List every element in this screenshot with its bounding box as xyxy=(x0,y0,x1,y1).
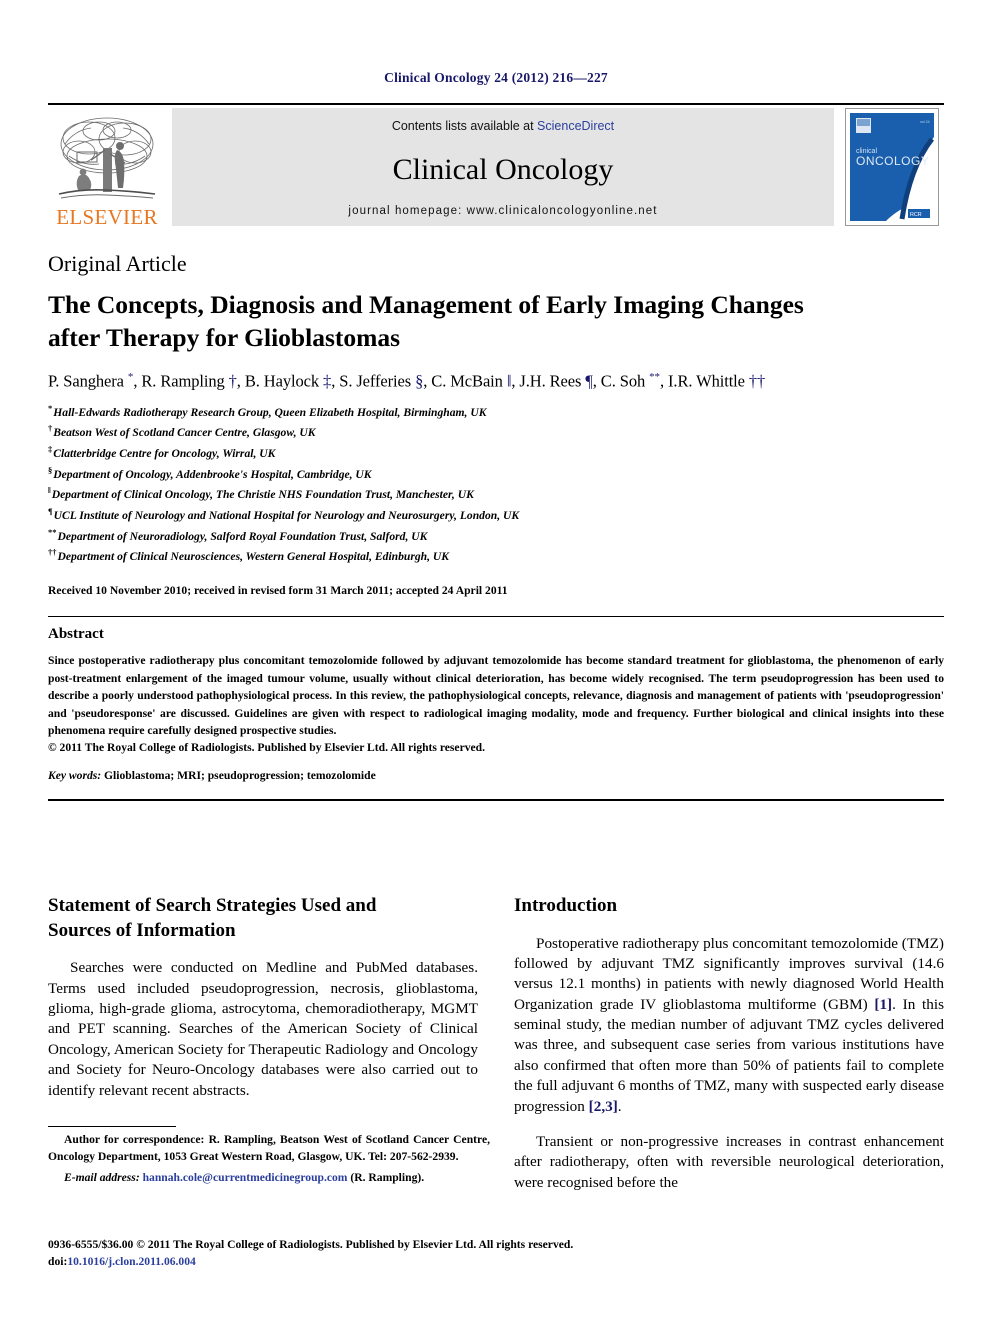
affiliation-item: ‖Department of Clinical Oncology, The Ch… xyxy=(48,484,944,505)
affiliation-text: Hall-Edwards Radiotherapy Research Group… xyxy=(53,405,487,419)
affiliation-marker: ** xyxy=(48,526,57,537)
footnote-rule xyxy=(48,1126,176,1127)
doi-label: doi: xyxy=(48,1254,68,1268)
article-type: Original Article xyxy=(48,251,187,276)
sciencedirect-link[interactable]: ScienceDirect xyxy=(537,119,614,133)
page-title: The Concepts, Diagnosis and Management o… xyxy=(48,289,944,354)
affiliation-text: Department of Clinical Neurosciences, We… xyxy=(57,550,450,564)
search-strategies-paragraph: Searches were conducted on Medline and P… xyxy=(48,959,478,1099)
article-history: Received 10 November 2010; received in r… xyxy=(48,583,508,597)
journal-title: Clinical Oncology xyxy=(392,153,614,186)
abstract-copyright: © 2011 The Royal College of Radiologists… xyxy=(48,741,486,754)
author-list: P. Sanghera *, R. Rampling †, B. Haylock… xyxy=(48,371,766,391)
affiliation-item: *Hall-Edwards Radiotherapy Research Grou… xyxy=(48,402,944,423)
masthead-band: Contents lists available at ScienceDirec… xyxy=(172,108,834,226)
affiliation-marker: †† xyxy=(48,547,57,558)
affiliation-item: ‡Clatterbridge Centre for Oncology, Wirr… xyxy=(48,443,944,464)
correspondence-footnote: Author for correspondence: R. Rampling, … xyxy=(48,1126,490,1184)
affiliation-item: §Department of Oncology, Addenbrooke's H… xyxy=(48,464,944,485)
email-suffix: (R. Rampling). xyxy=(347,1170,425,1184)
affiliation-marker: § xyxy=(48,464,53,475)
correspondence-text: Author for correspondence: R. Rampling, … xyxy=(48,1133,490,1163)
search-heading-line1: Statement of Search Strategies Used and xyxy=(48,895,377,916)
svg-text:vol 24: vol 24 xyxy=(920,120,930,124)
svg-text:RCR: RCR xyxy=(910,212,922,218)
contents-prefix: Contents lists available at xyxy=(391,119,538,133)
doi-link[interactable]: 10.1016/j.clon.2011.06.004 xyxy=(67,1255,196,1268)
affiliation-item: †Beatson West of Scotland Cancer Centre,… xyxy=(48,422,944,443)
affiliation-marker: ¶ xyxy=(48,506,53,517)
abstract-bottom-rule xyxy=(48,799,944,801)
affiliation-marker: ‡ xyxy=(48,444,53,455)
abstract-top-rule xyxy=(48,615,944,617)
search-heading-line2: Sources of Information xyxy=(48,919,236,941)
introduction-paragraph-2: Transient or non-progressive increases i… xyxy=(514,1133,944,1191)
affiliation-text: Department of Oncology, Addenbrooke's Ho… xyxy=(53,467,372,481)
affiliation-text: Clatterbridge Centre for Oncology, Wirra… xyxy=(53,446,276,460)
journal-homepage-link[interactable]: journal homepage: www.clinicaloncologyon… xyxy=(348,205,657,217)
affiliation-text: Beatson West of Scotland Cancer Centre, … xyxy=(53,426,316,440)
affiliation-item: **Department of Neuroradiology, Salford … xyxy=(48,526,944,547)
abstract-heading: Abstract xyxy=(48,625,104,642)
abstract-text: Since postoperative radiotherapy plus co… xyxy=(48,653,944,738)
introduction-paragraph-1: Postoperative radiotherapy plus concomit… xyxy=(514,934,944,1115)
affiliation-text: Department of Clinical Oncology, The Chr… xyxy=(51,488,474,502)
running-head: Clinical Oncology 24 (2012) 216—227 xyxy=(384,70,608,85)
issn-doi-block: 0936-6555/$36.00 © 2011 The Royal Colleg… xyxy=(48,1237,748,1271)
issn-line: 0936-6555/$36.00 © 2011 The Royal Colleg… xyxy=(48,1238,574,1251)
elsevier-logo: ELSEVIER xyxy=(48,105,166,229)
affiliation-list: *Hall-Edwards Radiotherapy Research Grou… xyxy=(48,402,944,567)
article-page: Clinical Oncology 24 (2012) 216—227 ELSE… xyxy=(0,0,992,1323)
affiliation-marker: * xyxy=(48,402,53,413)
article-title-line1: The Concepts, Diagnosis and Management o… xyxy=(48,290,804,319)
right-column: Introduction Postoperative radiotherapy … xyxy=(514,894,944,1208)
email-line: E-mail address: hannah.cole@currentmedic… xyxy=(48,1171,490,1184)
keywords-label: Key words: xyxy=(48,769,102,782)
contents-list-line: Contents lists available at ScienceDirec… xyxy=(392,119,614,133)
journal-cover-thumbnail: clinical ONCOLOGY vol 24 RCR xyxy=(840,105,944,229)
keywords-value: Glioblastoma; MRI; pseudoprogression; te… xyxy=(101,769,376,782)
svg-text:ONCOLOGY: ONCOLOGY xyxy=(856,154,929,168)
affiliation-text: UCL Institute of Neurology and National … xyxy=(53,508,520,522)
elsevier-tree-icon xyxy=(58,117,156,199)
elsevier-wordmark: ELSEVIER xyxy=(56,205,158,229)
section-heading-search-strategies: Statement of Search Strategies Used and … xyxy=(48,894,478,943)
cover-artwork: clinical ONCOLOGY vol 24 RCR xyxy=(846,109,938,225)
doi-line: doi:10.1016/j.clon.2011.06.004 xyxy=(48,1254,748,1271)
section-heading-introduction: Introduction xyxy=(514,895,618,916)
affiliation-marker: ‖ xyxy=(48,485,51,496)
email-label: E-mail address: xyxy=(64,1170,140,1184)
affiliation-item: ¶UCL Institute of Neurology and National… xyxy=(48,505,944,526)
affiliation-item: ††Department of Clinical Neurosciences, … xyxy=(48,546,944,567)
article-title-line2: after Therapy for Glioblastomas xyxy=(48,322,401,352)
keywords: Key words: Glioblastoma; MRI; pseudoprog… xyxy=(48,769,944,782)
cover-image: clinical ONCOLOGY vol 24 RCR xyxy=(845,108,939,226)
journal-masthead: ELSEVIER Contents lists available at Sci… xyxy=(48,103,944,229)
affiliation-text: Department of Neuroradiology, Salford Ro… xyxy=(57,529,428,543)
affiliation-marker: † xyxy=(48,423,53,434)
email-link[interactable]: hannah.cole@currentmedicinegroup.com xyxy=(143,1171,348,1184)
